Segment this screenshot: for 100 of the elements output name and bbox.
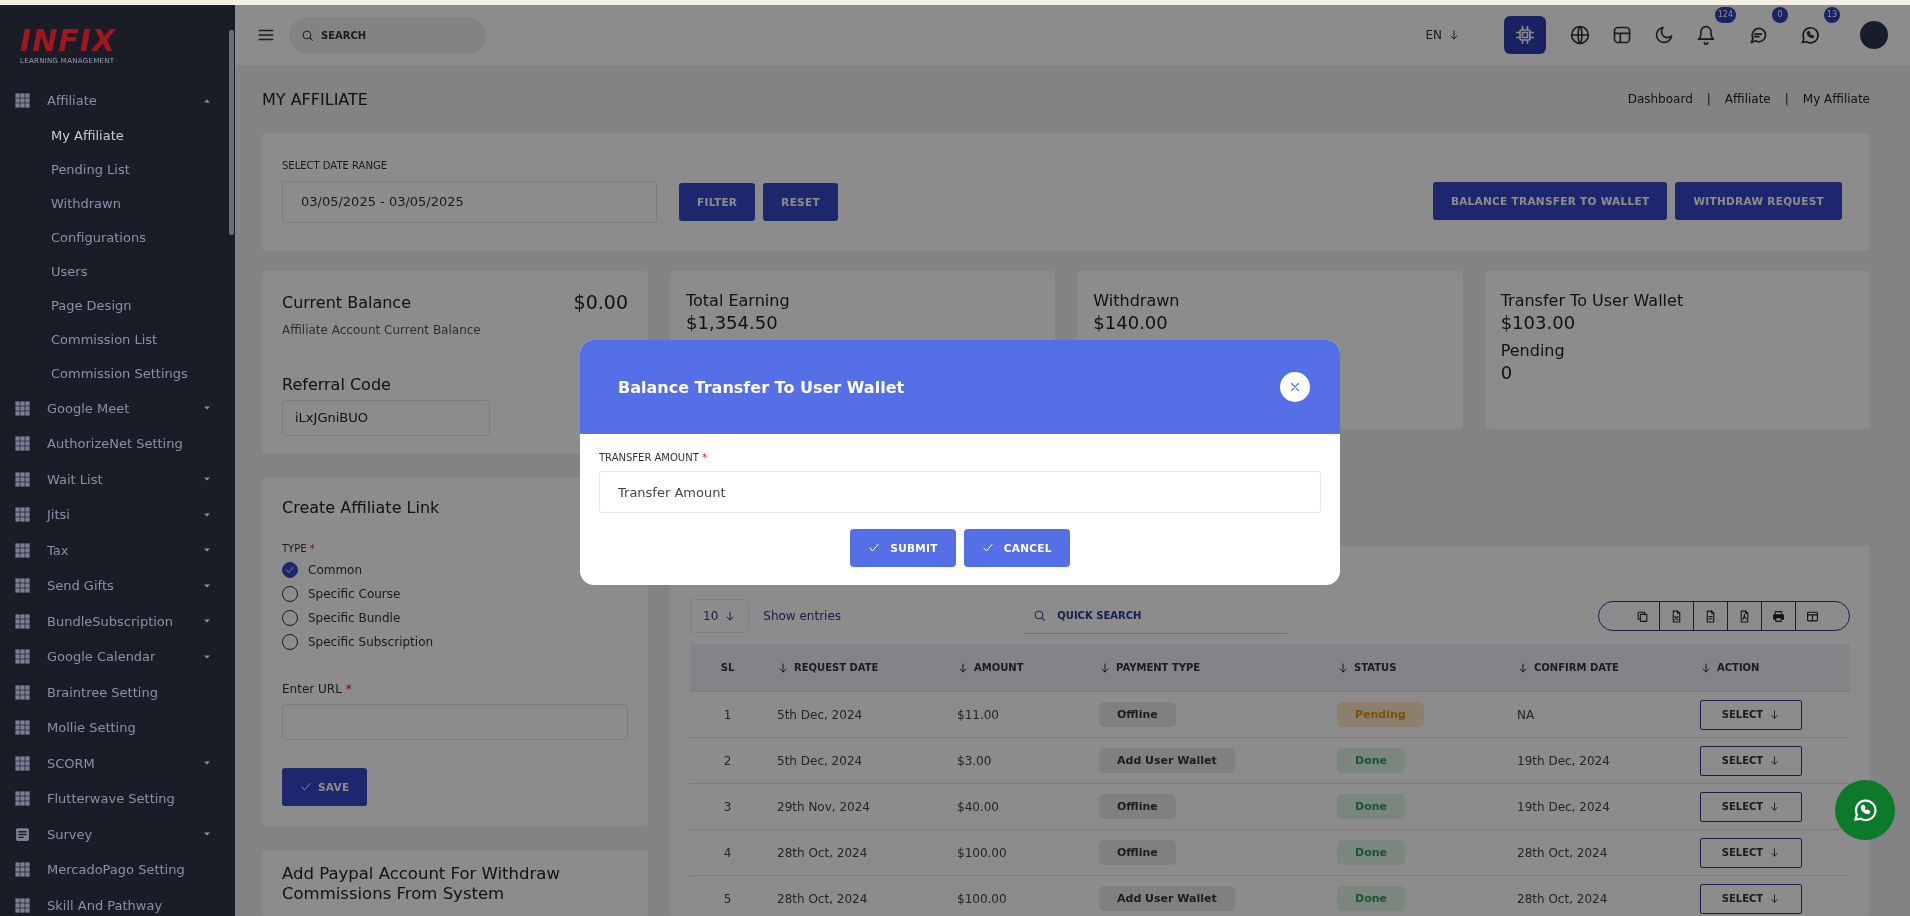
chat-icon [1748,25,1768,45]
sidebar-item[interactable]: Send Gifts [0,568,235,604]
select-button[interactable]: SELECT [1700,791,1802,822]
select-button[interactable]: SELECT [1700,699,1802,730]
menu-label: Braintree Setting [47,684,159,700]
close-button[interactable] [1280,372,1310,402]
submenu-item[interactable]: Users [0,254,235,289]
page-size-select[interactable]: 10 [690,599,750,633]
column-header[interactable]: PAYMENT TYPE [1087,644,1325,691]
breadcrumb-separator: | [1784,92,1789,106]
breadcrumb-link[interactable]: My Affiliate [1802,92,1870,106]
sidebar-item[interactable]: BundleSubscription [0,603,235,639]
amount-field[interactable]: Transfer Amount [599,471,1321,513]
date-range-field[interactable]: 03/05/2025 - 03/05/2025 [282,181,657,223]
spreadsheet-icon [1670,609,1683,623]
action-button[interactable]: RESET [763,183,838,221]
select-button[interactable]: SELECT [1700,883,1802,914]
submenu-item[interactable]: Configurations [0,220,235,255]
sidebar-item[interactable]: Wait List [0,461,235,497]
count-badge: 124 [1714,7,1736,23]
option-label: Common [308,563,363,577]
modal-button[interactable]: CANCEL [963,529,1070,567]
column-header[interactable]: ACTION [1688,644,1850,691]
action-button[interactable]: FILTER [679,183,756,221]
card-title: Transfer To User Wallet [1500,291,1685,310]
column-header[interactable]: SL [690,644,765,691]
option-label: Specific Bundle [308,611,401,625]
chip-icon [1515,25,1535,45]
select-button[interactable]: SELECT [1700,837,1802,868]
breadcrumb-link[interactable]: Dashboard [1627,92,1693,106]
submenu-item[interactable]: My Affiliate [0,118,235,153]
logo-text: INFIX [20,25,118,57]
sidebar-item[interactable]: Braintree Setting [0,674,235,710]
grid-icon [14,896,31,914]
submenu-item[interactable]: Withdrawn [0,186,235,221]
submenu-item[interactable]: Commission Settings [0,356,235,391]
column-header[interactable]: STATUS [1325,644,1505,691]
sidebar-item[interactable]: Survey [0,816,235,852]
sidebar-item[interactable]: Google Calendar [0,639,235,675]
pdf-icon [1738,609,1751,623]
search-field[interactable]: SEARCH [289,16,486,54]
radio-option[interactable]: Specific Subscription [282,630,628,654]
balance-amount: $0.00 [573,291,628,313]
sidebar-item[interactable]: Flutterwave Setting [0,781,235,817]
table-cell-text: 4 [722,845,733,860]
radio-option[interactable]: Specific Course [282,582,628,606]
sidebar-item[interactable]: Google Meet [0,390,235,426]
status-tag: Done [1337,840,1405,865]
table-cell-text: 5th Dec, 2024 [776,753,864,768]
radio-option[interactable]: Specific Bundle [282,606,628,630]
referral-code-field[interactable]: iLxJGniBUO [282,400,490,436]
scrollbar[interactable] [229,30,234,235]
grid-icon [14,506,31,524]
grid-icon [14,577,31,595]
submenu-item[interactable]: Page Design [0,288,235,323]
sidebar-item[interactable]: SCORM [0,745,235,781]
breadcrumb-link[interactable]: Affiliate [1724,92,1771,106]
grid-icon [14,754,31,772]
sidebar-item[interactable]: Mollie Setting [0,710,235,746]
count-badge: 0 [1772,7,1788,23]
breadcrumb-separator: | [1706,92,1711,106]
radio-button[interactable] [282,562,298,578]
sort-icon [1099,661,1111,674]
menu-label: Tax [47,542,70,558]
sidebar-item[interactable]: Affiliate [0,83,235,119]
payment-type-tag: Offline [1099,840,1176,865]
radio-option[interactable]: Common [282,558,628,582]
grid-icon [14,435,31,453]
stat-value: $140.00 [1093,312,1169,333]
submenu-item[interactable]: Pending List [0,152,235,187]
sidebar-item[interactable]: Tax [0,532,235,568]
table-cell-text: $11.00 [956,707,1000,722]
save-button[interactable]: SAVE [282,768,368,806]
select-button[interactable]: SELECT [1700,745,1802,776]
sidebar-item[interactable]: MercadoPago Setting [0,852,235,888]
payment-type-tag: Add User Wallet [1099,748,1235,773]
column-header[interactable]: REQUEST DATE [765,644,945,691]
menu-label: Mollie Setting [47,720,137,736]
modal-button[interactable]: SUBMIT [850,529,956,567]
sort-icon [1517,661,1529,674]
column-header[interactable]: CONFIRM DATE [1505,644,1688,691]
sidebar-item[interactable]: AuthorizeNet Setting [0,426,235,462]
quick-search-field[interactable]: QUICK SEARCH [1023,598,1288,634]
submenu-item[interactable]: Commission List [0,322,235,357]
modal-title: Balance Transfer To User Wallet [618,377,905,397]
whatsapp-button[interactable] [1835,780,1895,840]
bell-icon [1696,25,1716,45]
action-button[interactable]: WITHDRAW REQUEST [1675,182,1842,220]
arrow-down-icon [1769,709,1781,720]
table-cell-text: NA [1516,707,1536,722]
chip-button[interactable] [1504,16,1546,54]
sidebar-item[interactable]: Jitsi [0,497,235,533]
action-button[interactable]: BALANCE TRANSFER TO WALLET [1432,182,1668,220]
column-header[interactable]: AMOUNT [945,644,1087,691]
count-badge: 13 [1823,7,1840,23]
language-selector[interactable]: EN [1419,27,1466,43]
form-icon [14,825,31,843]
sidebar-item[interactable]: Skill And Pathway [0,887,235,916]
sort-icon [1337,661,1349,674]
card-subtitle: Affiliate Account Current Balance [282,323,482,337]
